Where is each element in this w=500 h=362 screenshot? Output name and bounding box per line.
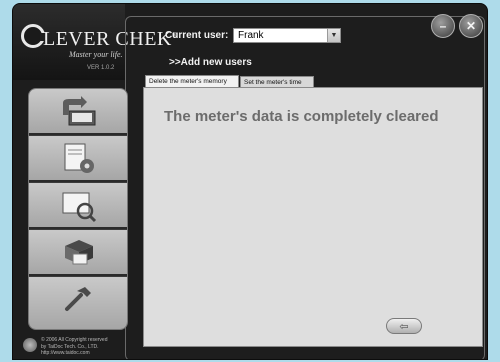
- minimize-button[interactable]: –: [431, 14, 455, 38]
- close-button[interactable]: ✕: [459, 14, 483, 38]
- brand-area: LEVER CHEK® Master your life. VER 1.0.2: [13, 4, 177, 80]
- sidebar-item-settings[interactable]: [29, 136, 127, 182]
- tab-set-time[interactable]: Set the meter's time: [240, 76, 314, 87]
- sidebar-item-print[interactable]: [29, 230, 127, 276]
- minus-icon: –: [439, 19, 447, 33]
- sidebar-item-search[interactable]: [29, 183, 127, 229]
- current-user-value: Frank: [238, 30, 264, 41]
- tagline: Master your life.: [69, 50, 123, 59]
- close-icon: ✕: [465, 19, 477, 33]
- tab-panel: The meter's data is completely cleared ⇦: [143, 87, 483, 347]
- sidebar: [28, 88, 128, 330]
- tab-delete-memory[interactable]: Delete the meter's memory: [145, 75, 239, 87]
- sidebar-item-tools[interactable]: [29, 277, 127, 329]
- back-arrow-icon: ⇦: [399, 320, 409, 333]
- status-message: The meter's data is completely cleared: [164, 108, 439, 125]
- globe-icon: [23, 338, 37, 352]
- add-new-users-link[interactable]: >>Add new users: [169, 57, 252, 68]
- back-button[interactable]: ⇦: [386, 318, 422, 334]
- sidebar-item-download[interactable]: [29, 89, 127, 135]
- footer: © 2006 All Copyright reserved by TaiDoc …: [13, 334, 125, 359]
- printer-icon: [65, 240, 93, 265]
- copyright-text: © 2006 All Copyright reserved by TaiDoc …: [41, 337, 108, 356]
- logo-c-icon: [21, 24, 46, 48]
- current-user-select[interactable]: Frank ▼: [233, 28, 341, 43]
- settings-document-icon: [64, 143, 94, 173]
- version-label: VER 1.0.2: [87, 65, 115, 71]
- chevron-down-icon[interactable]: ▼: [327, 29, 340, 42]
- search-document-icon: [62, 192, 97, 223]
- current-user-label: Current user:: [165, 30, 229, 41]
- app-window: LEVER CHEK® Master your life. VER 1.0.2 …: [12, 3, 488, 360]
- download-to-pc-icon: [63, 96, 96, 126]
- hammer-tool-icon: [65, 287, 91, 311]
